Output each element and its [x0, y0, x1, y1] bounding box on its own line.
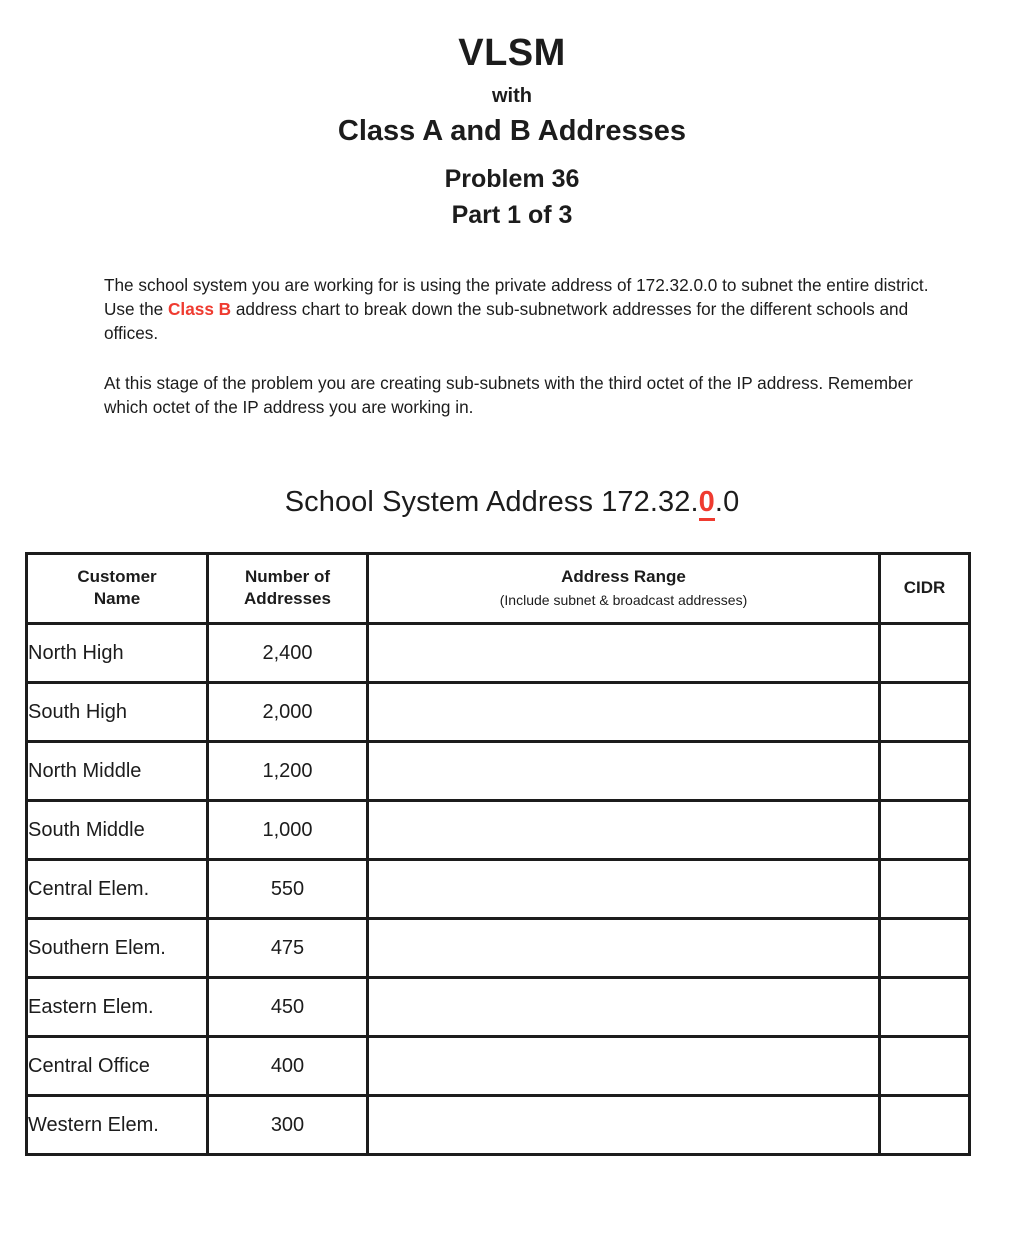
cell-customer-name: South High — [25, 680, 209, 743]
cell-address-range-input[interactable] — [366, 916, 881, 979]
cell-cidr-input[interactable] — [878, 798, 971, 861]
number-of-addresses-line-1: Number of — [245, 566, 330, 586]
table-row: South Middle 1,000 — [25, 798, 971, 861]
third-octet-highlight: 0 — [698, 485, 715, 521]
table-row: South High 2,000 — [25, 680, 971, 743]
table-row: North Middle 1,200 — [25, 739, 971, 802]
table-row: North High 2,400 — [25, 621, 971, 684]
column-header-address-range: Address Range (Include subnet & broadcas… — [366, 551, 881, 625]
cell-address-range-input[interactable] — [366, 739, 881, 802]
cell-cidr-input[interactable] — [878, 1034, 971, 1097]
cell-address-range-input[interactable] — [366, 1093, 881, 1156]
table-header-row: Customer Name Number of Addresses Addres… — [25, 551, 971, 625]
cell-address-range-input[interactable] — [366, 857, 881, 920]
table-row: Central Office 400 — [25, 1034, 971, 1097]
number-of-addresses-line-2: Addresses — [244, 589, 331, 609]
cell-number-of-addresses: 300 — [206, 1093, 369, 1156]
class-b-highlight: Class B — [168, 299, 232, 320]
cell-cidr-input[interactable] — [878, 621, 971, 684]
address-range-note: (Include subnet & broadcast addresses) — [499, 591, 748, 608]
address-range-title: Address Range — [561, 566, 686, 586]
cell-address-range-input[interactable] — [366, 680, 881, 743]
table-body: North High 2,400 South High 2,000 North Midd… — [25, 621, 971, 1156]
column-header-number-of-addresses: Number of Addresses — [206, 551, 369, 625]
cell-cidr-input[interactable] — [878, 680, 971, 743]
instruction-paragraph-1: The school system you are working for is… — [104, 273, 959, 346]
cell-cidr-input[interactable] — [878, 1093, 971, 1156]
customer-name-line-1: Customer — [77, 566, 157, 586]
table-row: Central Elem. 550 — [25, 857, 971, 920]
table-row: Eastern Elem. 450 — [25, 975, 971, 1038]
cell-customer-name: North Middle — [25, 739, 209, 802]
customer-name-line-2: Name — [93, 589, 141, 609]
cell-cidr-input[interactable] — [878, 739, 971, 802]
part-number: Part 1 of 3 — [451, 201, 573, 230]
address-label: School System Address — [284, 485, 602, 518]
column-header-cidr: CIDR — [878, 551, 971, 625]
table-row: Western Elem. 300 — [25, 1093, 971, 1156]
school-system-address-line: School System Address 172.32.0.0 — [0, 485, 1024, 521]
cell-number-of-addresses: 1,000 — [206, 798, 369, 861]
cell-customer-name: Eastern Elem. — [25, 975, 209, 1038]
cell-customer-name: Western Elem. — [25, 1093, 209, 1156]
cell-customer-name: North High — [25, 621, 209, 684]
title-connector: with — [492, 84, 532, 107]
table-row: Southern Elem. 475 — [25, 916, 971, 979]
cell-number-of-addresses: 2,400 — [206, 621, 369, 684]
cell-customer-name: South Middle — [25, 798, 209, 861]
table-header: Customer Name Number of Addresses Addres… — [25, 551, 971, 625]
cell-number-of-addresses: 2,000 — [206, 680, 369, 743]
cell-number-of-addresses: 550 — [206, 857, 369, 920]
cell-cidr-input[interactable] — [878, 857, 971, 920]
cell-address-range-input[interactable] — [366, 621, 881, 684]
title-block: VLSM with Class A and B Addresses Proble… — [0, 0, 1024, 234]
worksheet-page: VLSM with Class A and B Addresses Proble… — [0, 0, 1024, 1238]
title-subtitle: Class A and B Addresses — [337, 114, 687, 147]
problem-number: Problem 36 — [444, 165, 580, 194]
cell-number-of-addresses: 1,200 — [206, 739, 369, 802]
cell-address-range-input[interactable] — [366, 1034, 881, 1097]
cell-number-of-addresses: 475 — [206, 916, 369, 979]
page-title: VLSM — [458, 32, 566, 74]
address-prefix: 172.32. — [601, 485, 699, 518]
subnet-worksheet-table: Customer Name Number of Addresses Addres… — [25, 551, 971, 1156]
cell-address-range-input[interactable] — [366, 798, 881, 861]
cell-customer-name: Central Elem. — [25, 857, 209, 920]
cell-customer-name: Southern Elem. — [25, 916, 209, 979]
cell-cidr-input[interactable] — [878, 975, 971, 1038]
subnet-table-wrapper: Customer Name Number of Addresses Addres… — [0, 551, 1024, 1156]
instructions-block: The school system you are working for is… — [48, 273, 976, 420]
address-suffix: .0 — [714, 485, 740, 518]
cell-customer-name: Central Office — [25, 1034, 209, 1097]
cell-cidr-input[interactable] — [878, 916, 971, 979]
cell-address-range-input[interactable] — [366, 975, 881, 1038]
cell-number-of-addresses: 400 — [206, 1034, 369, 1097]
cell-number-of-addresses: 450 — [206, 975, 369, 1038]
instruction-paragraph-2: At this stage of the problem you are cre… — [104, 372, 913, 418]
column-header-customer-name: Customer Name — [25, 551, 209, 625]
